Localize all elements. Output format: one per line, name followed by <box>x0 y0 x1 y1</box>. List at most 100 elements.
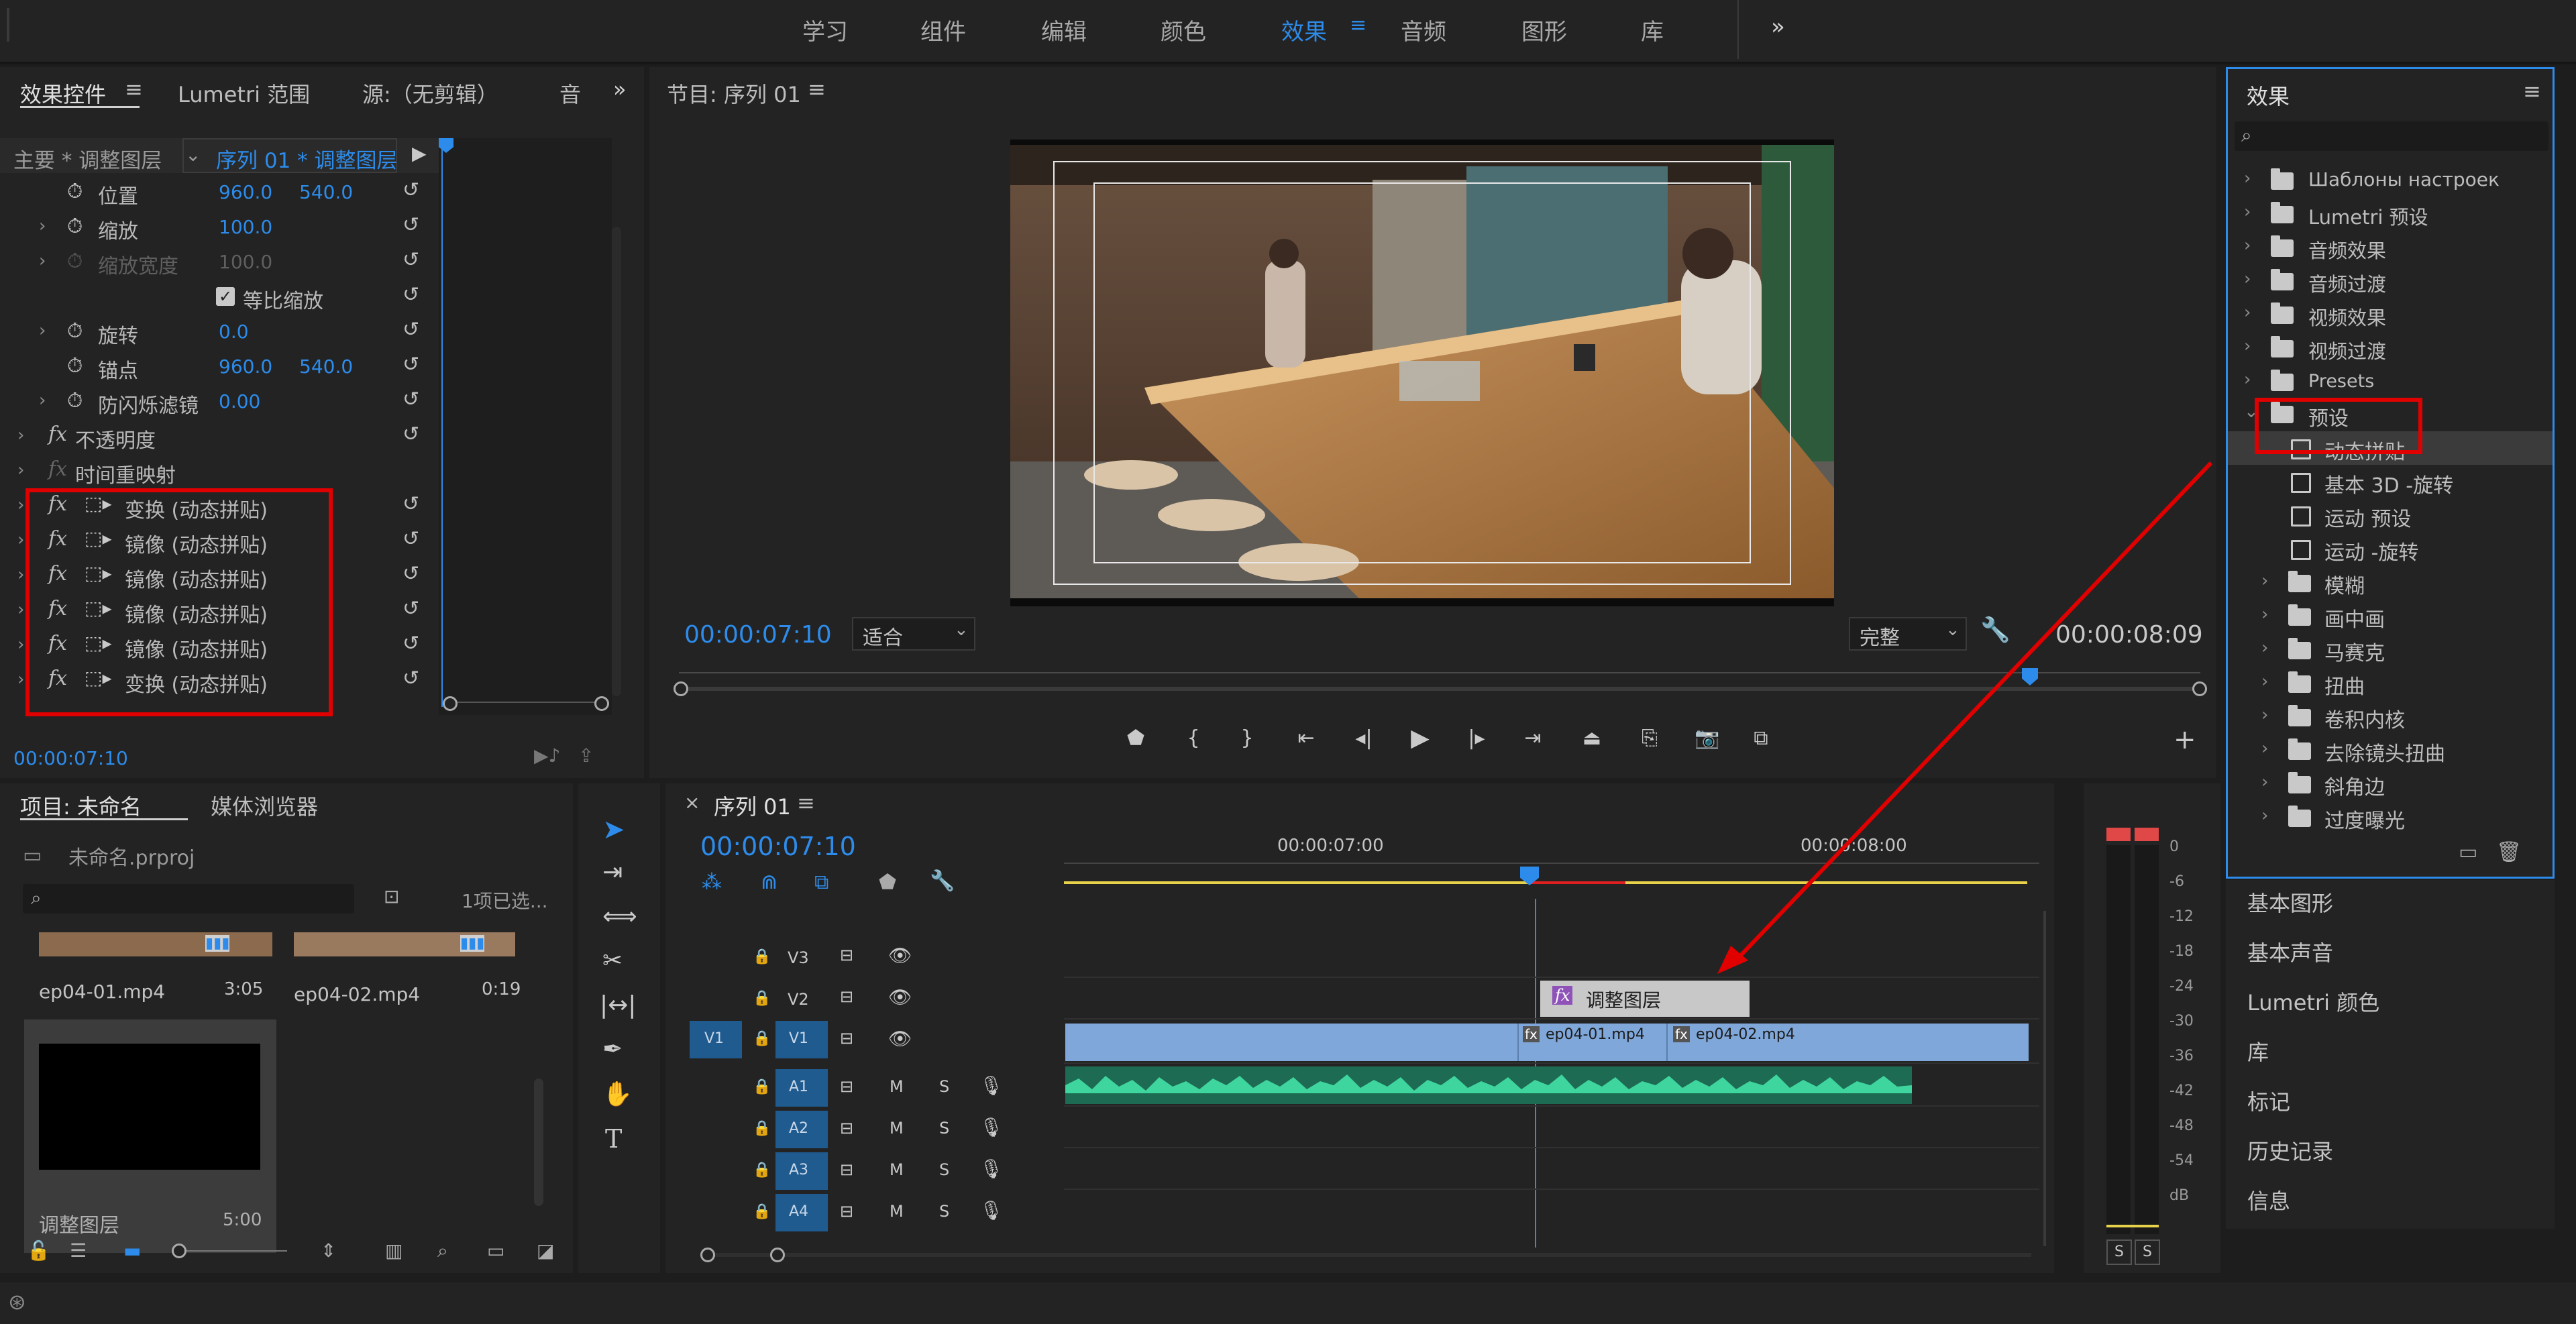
wrench-icon[interactable]: 🔧 <box>930 869 955 893</box>
workspace-overflow-icon[interactable]: » <box>1771 13 1785 40</box>
stopwatch-icon[interactable]: ⏱ <box>67 389 83 412</box>
new-folder-icon[interactable]: ▭ <box>2459 840 2477 864</box>
disclosure-triangle-icon[interactable]: › <box>2244 370 2251 390</box>
tree-item-preset[interactable]: 运动 -旋转 <box>2228 532 2553 565</box>
panel-info[interactable]: 信息 <box>2247 1184 2290 1215</box>
effect-controls-timecode[interactable]: 00:00:07:10 <box>13 747 128 769</box>
stopwatch-icon[interactable]: ⏱ <box>67 180 83 203</box>
track-label-v2[interactable]: V2 <box>788 990 809 1009</box>
zoom-bar[interactable] <box>443 702 604 703</box>
disclosure-triangle-icon[interactable]: › <box>17 600 24 620</box>
reset-icon[interactable]: ↺ <box>402 632 419 655</box>
tree-item-subfolder[interactable]: › 斜角边 <box>2228 767 2553 800</box>
snap-icon[interactable]: ⋒ <box>761 871 777 894</box>
tree-item-subfolder[interactable]: › 卷积内核 <box>2228 700 2553 733</box>
tree-item-folder[interactable]: › 视频效果 <box>2228 297 2553 331</box>
disclosure-triangle-icon[interactable]: › <box>2244 269 2251 289</box>
search-icon[interactable]: ⌕ <box>437 1239 448 1262</box>
trash-icon[interactable]: 🗑 <box>2496 840 2522 864</box>
pen-tool-icon[interactable]: ✒ <box>602 1036 623 1063</box>
icon-view-icon[interactable]: ▬ <box>123 1239 141 1262</box>
clip-name[interactable]: ep04-02.mp4 <box>294 983 420 1005</box>
reset-icon[interactable]: ↺ <box>402 388 419 411</box>
effects-panel-title[interactable]: 效果 <box>2247 80 2290 111</box>
property-value-y[interactable]: 540.0 <box>299 355 353 378</box>
sequence-clip-label[interactable]: 序列 01 * 调整图层 <box>216 144 398 174</box>
tree-item-preset[interactable]: 运动 预设 <box>2228 498 2553 532</box>
tree-item-subfolder[interactable]: › 画中画 <box>2228 599 2553 632</box>
reset-icon[interactable]: ↺ <box>402 353 419 376</box>
workspace-audio[interactable]: 音频 <box>1401 13 1446 46</box>
go-to-in-icon[interactable]: ⇤ <box>1289 722 1323 755</box>
solo-button[interactable]: S <box>939 1160 949 1179</box>
reset-icon[interactable]: ↺ <box>402 248 419 272</box>
microphone-icon[interactable]: 🎙 <box>979 1074 1004 1097</box>
tree-item-preset[interactable]: 基本 3D -旋转 <box>2228 465 2553 498</box>
disclosure-triangle-icon[interactable]: › <box>39 390 46 410</box>
reset-icon[interactable]: ↺ <box>402 562 419 586</box>
effect-keyframe-area[interactable] <box>439 138 612 715</box>
tab-project[interactable]: 项目: 未命名 <box>20 790 142 821</box>
mute-button[interactable]: M <box>890 1202 904 1221</box>
effects-search-input[interactable]: ⌕ <box>2235 121 2548 151</box>
hand-tool-icon[interactable]: ✋ <box>602 1080 633 1108</box>
reset-icon[interactable]: ↺ <box>402 527 419 551</box>
razor-tool-icon[interactable]: ✂ <box>602 947 623 975</box>
clip-thumbnail[interactable]: ▮▮▮ <box>39 932 272 956</box>
solo-button[interactable]: S <box>939 1202 949 1221</box>
tab-source[interactable]: 源:（无剪辑） <box>362 78 498 109</box>
disclosure-triangle-icon[interactable]: › <box>17 565 24 585</box>
track-target-v1[interactable]: V1 <box>775 1021 828 1058</box>
video-clip[interactable]: fx ep04-02.mp4 <box>1666 1024 2030 1061</box>
reset-icon[interactable]: ↺ <box>402 667 419 690</box>
track-lanes[interactable]: fx 调整图层 fx ep04-01.mp4 fx ep04-02.mp4 <box>1064 942 2039 1244</box>
vertical-scrollbar[interactable] <box>534 1079 543 1206</box>
effect-opacity[interactable]: › fx 不透明度 ↺ <box>0 419 429 453</box>
tree-item-subfolder[interactable]: › 过度曝光 <box>2228 800 2553 834</box>
sync-lock-icon[interactable]: ⊟ <box>840 1202 853 1221</box>
sync-lock-icon[interactable]: ⊟ <box>840 1160 853 1179</box>
disclosure-triangle-icon[interactable]: › <box>2261 705 2268 725</box>
mark-in-icon[interactable]: { <box>1177 722 1210 755</box>
panel-lumetri-color[interactable]: Lumetri 颜色 <box>2247 986 2379 1017</box>
close-tab-icon[interactable]: × <box>684 791 700 814</box>
add-marker-icon[interactable]: ⬟ <box>879 871 896 894</box>
disclosure-triangle-icon[interactable]: › <box>39 251 46 271</box>
track-target-a4[interactable]: A4 <box>775 1194 828 1231</box>
track-target-a3[interactable]: A3 <box>775 1152 828 1190</box>
reset-icon[interactable]: ↺ <box>402 492 419 516</box>
automate-to-sequence-icon[interactable]: ▥ <box>385 1239 402 1262</box>
extract-icon[interactable]: ⎘ <box>1633 722 1666 755</box>
zoom-slider-track[interactable] <box>177 1250 287 1252</box>
solo-left-button[interactable]: S <box>2106 1239 2132 1265</box>
disclosure-triangle-icon[interactable]: › <box>2261 738 2268 759</box>
audio-clip[interactable] <box>1065 1066 1912 1104</box>
disclosure-triangle-icon[interactable]: › <box>2261 671 2268 692</box>
stopwatch-icon[interactable]: ⏱ <box>67 354 83 378</box>
workspace-editing[interactable]: 编辑 <box>1041 13 1087 46</box>
find-icon[interactable]: ⊡ <box>384 885 399 907</box>
timeline-timecode[interactable]: 00:00:07:10 <box>700 832 856 861</box>
workspace-effects[interactable]: 效果 <box>1281 13 1327 46</box>
tab-menu-icon[interactable]: ≡ <box>797 790 815 816</box>
tab-sequence[interactable]: 序列 01 <box>714 790 791 821</box>
disclosure-triangle-icon[interactable]: › <box>17 425 24 445</box>
adjustment-layer-clip[interactable]: fx 调整图层 <box>1540 981 1750 1017</box>
disclosure-triangle-icon[interactable]: › <box>2244 202 2251 222</box>
uniform-scale-checkbox[interactable]: ✓ <box>216 287 235 306</box>
sync-lock-icon[interactable]: ⊟ <box>840 987 853 1006</box>
ripple-edit-tool-icon[interactable]: ⟺ <box>602 903 637 930</box>
solo-button[interactable]: S <box>939 1119 949 1138</box>
panel-essential-sound[interactable]: 基本声音 <box>2247 936 2333 967</box>
eye-icon[interactable]: 👁 <box>888 944 912 967</box>
tree-item-subfolder[interactable]: › 去除镜头扭曲 <box>2228 733 2553 767</box>
reset-icon[interactable]: ↺ <box>402 283 419 307</box>
tree-item-subfolder[interactable]: › 扭曲 <box>2228 666 2553 700</box>
sync-lock-icon[interactable]: ⊟ <box>840 1077 853 1096</box>
step-back-icon[interactable]: ◂| <box>1347 722 1381 755</box>
track-target-a2[interactable]: A2 <box>775 1111 828 1148</box>
zoom-handle-left[interactable] <box>674 681 688 696</box>
tab-menu-icon[interactable]: ≡ <box>808 76 826 102</box>
add-marker-icon[interactable]: ⬟ <box>1119 722 1152 755</box>
scroll-handle-left[interactable] <box>700 1248 715 1262</box>
